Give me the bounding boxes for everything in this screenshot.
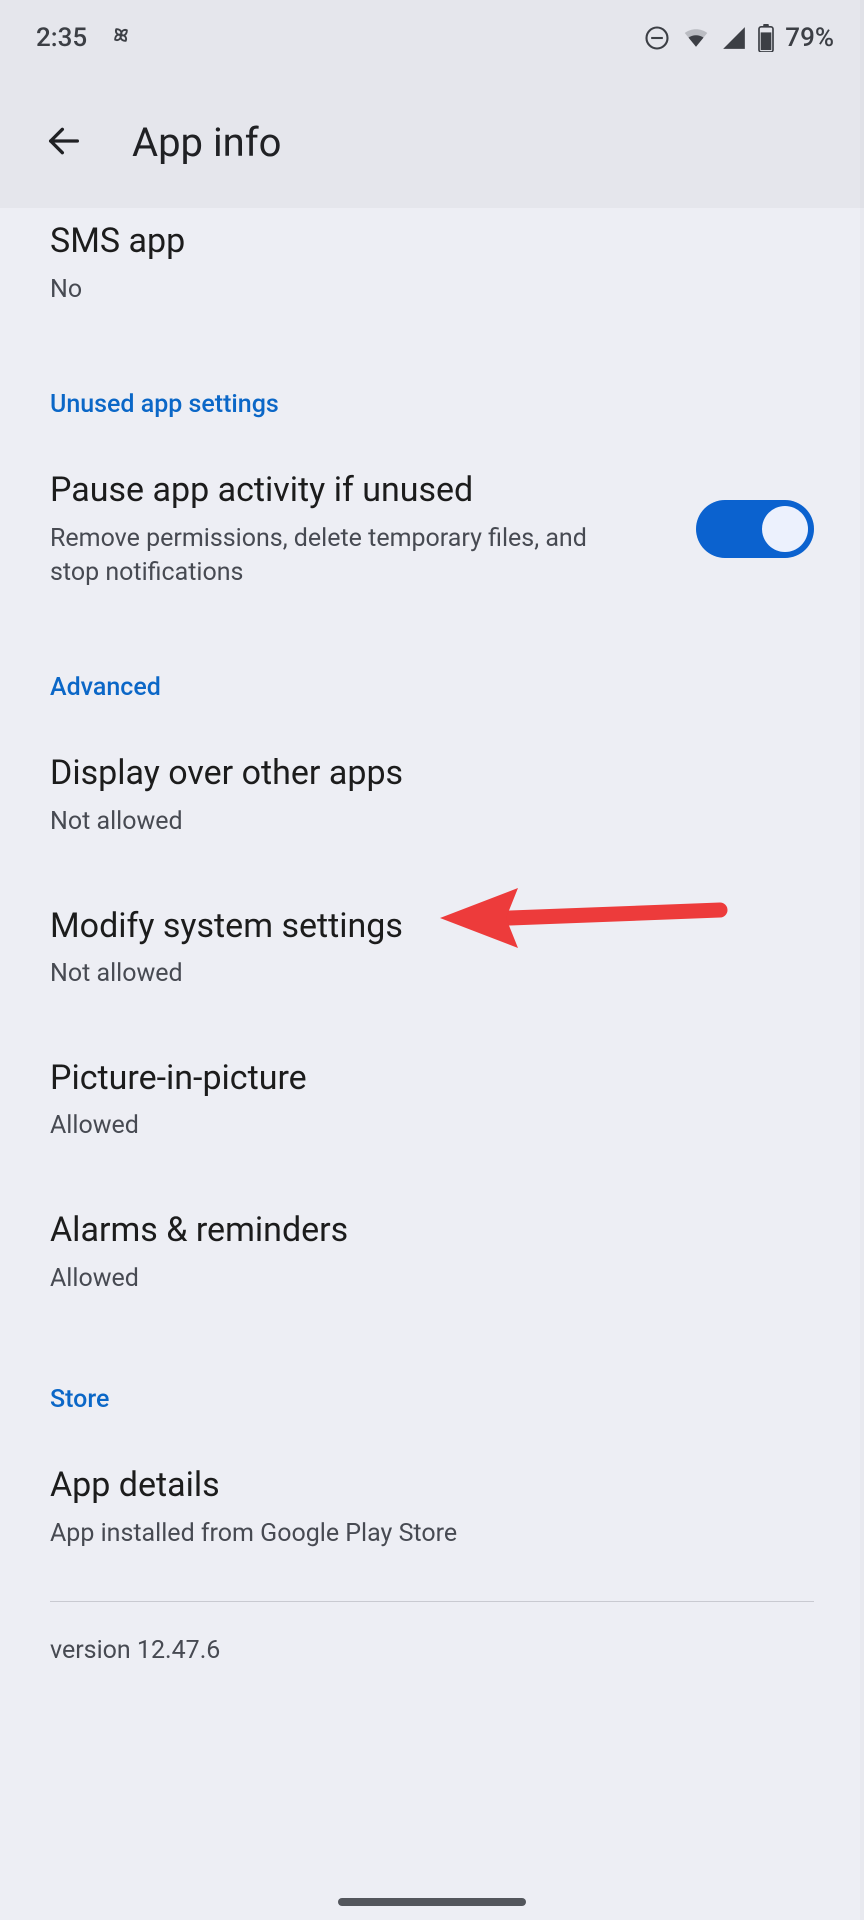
arrow-back-icon (44, 121, 84, 164)
row-display-over-apps[interactable]: Display over other apps Not allowed (50, 708, 814, 874)
row-subtitle: Remove permissions, delete temporary fil… (50, 522, 640, 590)
battery-icon (757, 24, 775, 52)
row-title: Pause app activity if unused (50, 469, 666, 512)
row-subtitle: No (50, 273, 814, 307)
row-title: Modify system settings (50, 905, 814, 948)
do-not-disturb-icon (643, 24, 671, 52)
section-advanced: Advanced (50, 619, 814, 708)
row-subtitle: App installed from Google Play Store (50, 1517, 814, 1551)
row-sms-app[interactable]: SMS app No (50, 208, 814, 336)
battery-percent: 79% (785, 23, 834, 53)
wifi-icon (681, 23, 711, 53)
section-unused-apps: Unused app settings (50, 336, 814, 425)
row-modify-system-settings[interactable]: Modify system settings Not allowed (50, 875, 814, 1027)
row-subtitle: Allowed (50, 1109, 814, 1143)
row-title: Alarms & reminders (50, 1209, 814, 1252)
signal-icon (721, 25, 747, 51)
back-button[interactable] (40, 118, 88, 166)
row-title: Display over other apps (50, 752, 814, 795)
toggle-knob (762, 506, 808, 552)
row-picture-in-picture[interactable]: Picture-in-picture Allowed (50, 1027, 814, 1179)
version-text: version 12.47.6 (50, 1602, 814, 1665)
row-app-details[interactable]: App details App installed from Google Pl… (50, 1420, 814, 1560)
row-title: Picture-in-picture (50, 1057, 814, 1100)
gesture-nav-bar[interactable] (338, 1898, 526, 1906)
row-title: App details (50, 1464, 814, 1507)
app-bar: App info (0, 76, 864, 208)
content-scroll[interactable]: SMS app No Unused app settings Pause app… (0, 208, 864, 1920)
section-store: Store (50, 1331, 814, 1420)
status-time: 2:35 (36, 23, 87, 53)
pause-activity-toggle[interactable] (696, 500, 814, 558)
status-bar: 2:35 79% (0, 0, 864, 76)
page-title: App info (132, 119, 281, 166)
row-subtitle: Not allowed (50, 957, 814, 991)
row-alarms-reminders[interactable]: Alarms & reminders Allowed (50, 1179, 814, 1331)
row-subtitle: Allowed (50, 1262, 814, 1296)
row-pause-app-activity[interactable]: Pause app activity if unused Remove perm… (50, 425, 814, 619)
pinwheel-icon (107, 21, 135, 56)
row-title: SMS app (50, 220, 814, 263)
row-subtitle: Not allowed (50, 805, 814, 839)
